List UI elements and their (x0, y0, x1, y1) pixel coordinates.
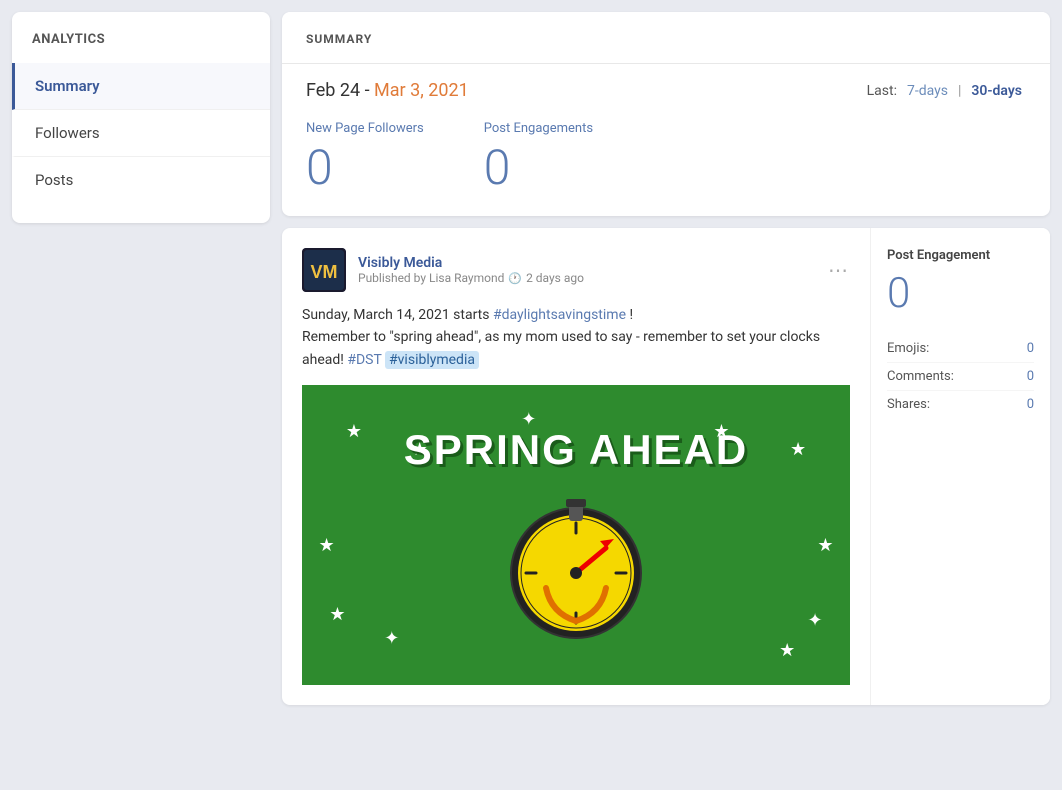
time-ago: 2 days ago (526, 271, 584, 285)
section-title: SUMMARY (306, 32, 372, 46)
shares-count: 0 (1027, 397, 1034, 412)
summary-panel: SUMMARY Feb 24 - Mar 3, 2021 Last: 7-day… (282, 12, 1050, 216)
engagement-row-shares: Shares: 0 (887, 391, 1034, 418)
star-icon: ✦ (808, 610, 823, 631)
text-normal-1: Sunday, March 14, 2021 starts (302, 307, 493, 323)
separator: | (958, 83, 961, 99)
post-text: Sunday, March 14, 2021 starts #daylights… (302, 304, 850, 371)
post-image: ★ ★ ✦ ★ ★ ★ ✦ ★ ✦ ★ ★ SPRING AHEAD (302, 385, 850, 685)
star-icon: ★ (318, 535, 334, 556)
post-main-area: VM Visibly Media Published by Lisa Raymo… (282, 228, 870, 705)
sidebar-item-label: Followers (35, 124, 100, 142)
sidebar: ANALYTICS Summary Followers Posts (12, 12, 270, 223)
published-by: Published by Lisa Raymond (358, 271, 504, 285)
sidebar-item-posts[interactable]: Posts (12, 157, 270, 203)
section-header: SUMMARY (282, 12, 1050, 64)
engagement-title: Post Engagement (887, 248, 1034, 263)
last-label: Last: (867, 83, 897, 99)
post-author: VM Visibly Media Published by Lisa Raymo… (302, 248, 584, 292)
comments-count: 0 (1027, 369, 1034, 384)
metrics-row: New Page Followers 0 Post Engagements 0 (282, 113, 1050, 216)
hashtag-dst-time: #daylightsavingstime (493, 307, 626, 323)
clock-icon: 🕐 (508, 272, 522, 285)
engagement-panel: Post Engagement 0 Emojis: 0 Comments: 0 … (870, 228, 1050, 705)
last-buttons-group: Last: 7-days | 30-days (867, 81, 1026, 101)
metric-new-followers: New Page Followers 0 (306, 121, 424, 192)
main-content: SUMMARY Feb 24 - Mar 3, 2021 Last: 7-day… (282, 0, 1062, 790)
post-author-info: Visibly Media Published by Lisa Raymond … (358, 255, 584, 285)
metric-post-engagements: Post Engagements 0 (484, 121, 593, 192)
date-row: Feb 24 - Mar 3, 2021 Last: 7-days | 30-d… (282, 64, 1050, 113)
sidebar-item-summary[interactable]: Summary (12, 63, 270, 110)
hashtag-dst: #DST (347, 352, 381, 368)
post-card: VM Visibly Media Published by Lisa Raymo… (282, 228, 1050, 705)
star-icon: ★ (329, 604, 345, 625)
post-menu-button[interactable]: ⋯ (828, 258, 850, 282)
star-icon: ✦ (384, 628, 399, 649)
metric-label: Post Engagements (484, 121, 593, 136)
sidebar-item-label: Summary (35, 77, 100, 95)
comments-label: Comments: (887, 369, 954, 384)
engagement-value: 0 (887, 273, 1034, 315)
btn-7days[interactable]: 7-days (903, 81, 952, 101)
star-icon: ★ (346, 421, 362, 442)
date-start: Feb 24 - (306, 80, 374, 101)
metric-label: New Page Followers (306, 121, 424, 136)
sidebar-item-followers[interactable]: Followers (12, 110, 270, 157)
date-range: Feb 24 - Mar 3, 2021 (306, 80, 469, 101)
metric-value: 0 (306, 144, 424, 192)
post-header: VM Visibly Media Published by Lisa Raymo… (302, 248, 850, 292)
engagement-row-comments: Comments: 0 (887, 363, 1034, 391)
btn-30days[interactable]: 30-days (967, 81, 1026, 101)
post-author-name: Visibly Media (358, 255, 584, 271)
sidebar-item-label: Posts (35, 171, 73, 189)
shares-label: Shares: (887, 397, 930, 412)
hashtag-visiblymedia: #visiblymedia (385, 351, 479, 369)
svg-text:VM: VM (311, 262, 338, 282)
emojis-count: 0 (1027, 341, 1034, 356)
star-icon: ★ (817, 535, 833, 556)
star-icon: ★ (790, 439, 806, 460)
emojis-label: Emojis: (887, 341, 929, 356)
spring-ahead-text: SPRING AHEAD (404, 427, 748, 473)
metric-value: 0 (484, 144, 593, 192)
clock-svg (496, 483, 656, 643)
avatar: VM (302, 248, 346, 292)
date-end: Mar 3, 2021 (374, 80, 469, 101)
sidebar-title: ANALYTICS (12, 32, 270, 63)
engagement-row-emojis: Emojis: 0 (887, 335, 1034, 363)
post-author-meta: Published by Lisa Raymond 🕐 2 days ago (358, 271, 584, 285)
star-icon: ★ (779, 640, 795, 661)
